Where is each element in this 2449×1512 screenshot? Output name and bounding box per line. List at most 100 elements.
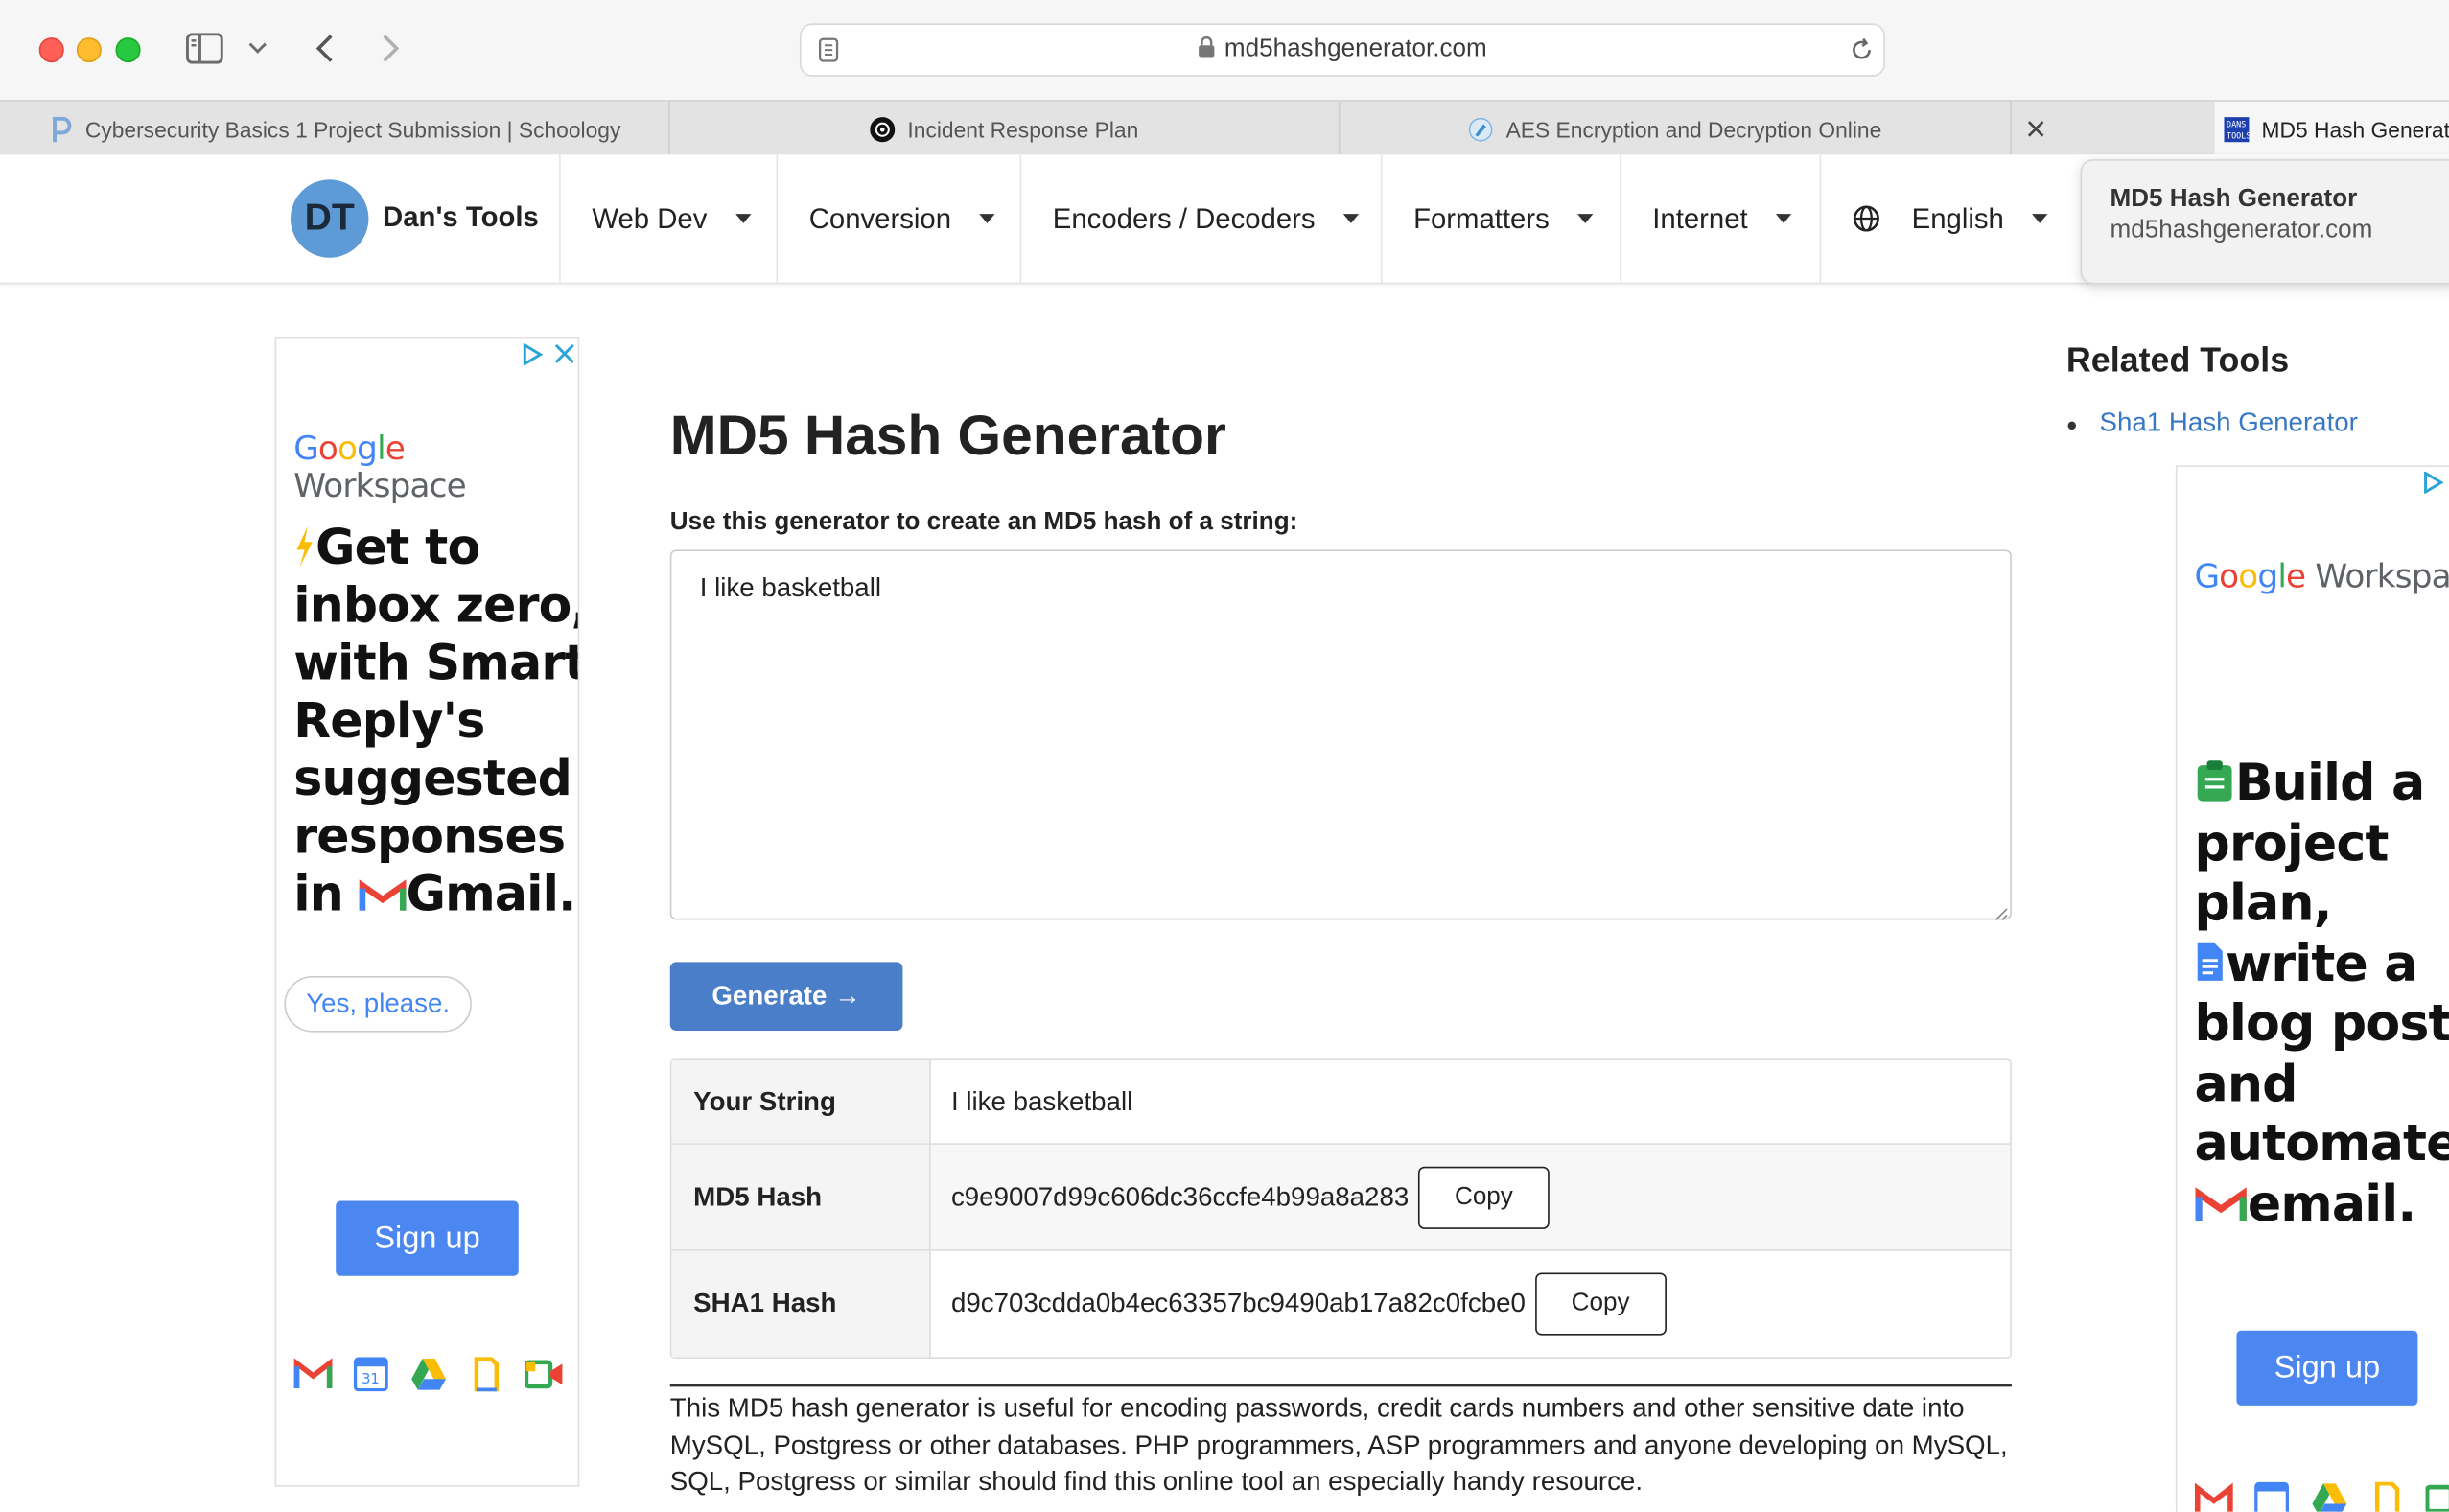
nav-web-dev[interactable]: Web Dev: [559, 154, 776, 283]
meet-icon: [2425, 1484, 2449, 1512]
link-label[interactable]: Sha1 Hash Generator: [2100, 407, 2358, 437]
minimize-window-button[interactable]: [76, 37, 102, 63]
caret-down-icon: [735, 214, 751, 223]
address-bar[interactable]: md5hashgenerator.com: [799, 23, 1885, 77]
logo-initials: DT: [304, 197, 355, 240]
sidebar-toggle-icon[interactable]: [184, 32, 224, 66]
bolt-icon: [296, 525, 313, 568]
results-table: Your String I like basketball MD5 Hash c…: [669, 1058, 2012, 1360]
ad-headline: Get to inbox zero, with Smart Reply's su…: [293, 520, 580, 924]
tab-hover-tooltip: MD5 Hash Generator md5hashgenerator.com: [2080, 159, 2449, 285]
sha1-hash-value: d9c703cdda0b4ec63357bc9490ab17a82c0fcbe0: [950, 1288, 1526, 1318]
tab-md5-generator[interactable]: DANS TOOLS MD5 Hash Generat: [2214, 101, 2449, 156]
tab-aes[interactable]: AES Encryption and Decryption Online: [1341, 101, 2012, 156]
row-key: MD5 Hash: [671, 1144, 931, 1250]
nav-internet[interactable]: Internet: [1620, 154, 1819, 283]
gmail-icon: [2195, 1186, 2247, 1221]
caret-down-icon: [1342, 214, 1360, 223]
docs-icon: [2374, 1481, 2400, 1512]
ad-left[interactable]: Google Workspace Get to inbox zero, with…: [274, 337, 580, 1487]
tab-label: AES Encryption and Decryption Online: [1505, 116, 1882, 142]
ad-signup-button[interactable]: Sign up: [336, 1200, 519, 1276]
close-ad-icon[interactable]: [554, 343, 574, 371]
copy-sha1-button[interactable]: Copy: [1534, 1272, 1667, 1336]
drive-icon: [2312, 1483, 2347, 1512]
ad-app-icons: [2194, 1481, 2449, 1512]
divider: [669, 1384, 2012, 1387]
nav-label: English: [1911, 201, 2004, 234]
ad-line: Get to: [315, 520, 480, 577]
tab-schoology[interactable]: Cybersecurity Basics 1 Project Submissio…: [0, 101, 670, 156]
google-workspace-logo: Google Workspace: [293, 429, 466, 505]
forward-arrow-icon[interactable]: [375, 32, 407, 66]
ad-right[interactable]: Google Workspac Build a project plan, wr…: [2175, 465, 2449, 1512]
back-arrow-icon[interactable]: [310, 32, 341, 66]
site-brand[interactable]: Dan's Tools: [383, 201, 539, 234]
ad-line: write a: [2226, 933, 2417, 993]
google-workspace-logo: Google Workspac: [2194, 557, 2448, 594]
schoology-icon: [48, 116, 73, 142]
clipboard-icon: [2197, 760, 2232, 802]
tab-incident-response[interactable]: Incident Response Plan: [670, 101, 1341, 156]
ad-line: responses: [293, 808, 566, 866]
table-row: MD5 Hash c9e9007d99c606dc36ccfe4b99a8a28…: [671, 1144, 2011, 1251]
ad-line: with Smart: [293, 635, 580, 692]
row-value: d9c703cdda0b4ec63357bc9490ab17a82c0fcbe0…: [931, 1251, 2011, 1358]
nav-conversion[interactable]: Conversion: [776, 154, 1020, 283]
ad-brand-label: Workspace: [293, 467, 466, 505]
close-tab-button[interactable]: [2012, 102, 2059, 156]
nav-label: Formatters: [1413, 201, 1550, 234]
adchoices-icon[interactable]: [522, 342, 544, 373]
bullet-icon: ●: [2065, 413, 2078, 436]
tab-label: MD5 Hash Generat: [2261, 116, 2449, 142]
ad-line: Build a: [2234, 753, 2425, 812]
copy-md5-button[interactable]: Copy: [1418, 1165, 1550, 1229]
nav-formatters[interactable]: Formatters: [1380, 154, 1620, 283]
row-value: I like basketball: [950, 1085, 1133, 1116]
row-key: SHA1 Hash: [671, 1250, 931, 1358]
ad-headline: Build a project plan, write a blog post,…: [2194, 753, 2448, 1234]
row-value: c9e9007d99c606dc36ccfe4b99a8a283 Copy: [930, 1144, 2011, 1250]
chevron-down-icon[interactable]: [246, 37, 268, 59]
ad-line: Gmail.: [406, 866, 576, 923]
table-row: SHA1 Hash d9c703cdda0b4ec63357bc9490ab17…: [671, 1250, 2011, 1358]
row-key: Your String: [671, 1059, 931, 1144]
generate-button[interactable]: Generate →: [669, 962, 903, 1032]
input-label: Use this generator to create an MD5 hash…: [669, 508, 1298, 536]
reload-icon[interactable]: [1848, 35, 1876, 63]
calendar-icon: [2254, 1481, 2290, 1512]
ad-line: and: [2194, 1053, 2297, 1113]
related-tool-link[interactable]: ● Sha1 Hash Generator: [2066, 407, 2358, 439]
openai-icon: [870, 116, 896, 142]
related-tools-heading: Related Tools: [2065, 340, 2290, 380]
ad-line: project: [2194, 812, 2389, 872]
nav-label: Conversion: [808, 201, 952, 234]
tab-label: Cybersecurity Basics 1 Project Submissio…: [84, 116, 621, 142]
site-logo[interactable]: DT: [290, 179, 369, 258]
nav-label: Web Dev: [592, 201, 708, 234]
browser-toolbar: md5hashgenerator.com: [0, 0, 2449, 101]
string-input[interactable]: I like basketball: [669, 549, 2012, 920]
adchoices-icon[interactable]: [2422, 470, 2444, 501]
ad-line: in: [293, 866, 343, 923]
close-icon[interactable]: [2026, 116, 2043, 141]
zoom-window-button[interactable]: [115, 37, 141, 63]
ad-signup-button[interactable]: Sign up: [2236, 1330, 2418, 1406]
ad-yes-button[interactable]: Yes, please.: [284, 976, 472, 1033]
resize-grip-icon[interactable]: [1993, 901, 2008, 920]
caret-down-icon: [1577, 214, 1594, 223]
meet-icon: [525, 1360, 563, 1389]
caret-down-icon: [1776, 214, 1792, 223]
nav-language[interactable]: English: [1819, 154, 2074, 283]
nav-encoders-decoders[interactable]: Encoders / Decoders: [1019, 154, 1381, 283]
lock-icon: [1198, 35, 1215, 65]
ad-line: automate: [2194, 1113, 2449, 1174]
svg-text:TOOLS: TOOLS: [2227, 129, 2249, 139]
ad-line: plan,: [2194, 872, 2332, 933]
ad-line: Reply's: [293, 693, 485, 750]
nav-label: Internet: [1652, 201, 1748, 234]
tab-bar: Cybersecurity Basics 1 Project Submissio…: [0, 100, 2449, 158]
gmail-icon: [359, 879, 407, 911]
close-window-button[interactable]: [38, 37, 64, 63]
tooltip-title: MD5 Hash Generator: [2110, 185, 2358, 213]
